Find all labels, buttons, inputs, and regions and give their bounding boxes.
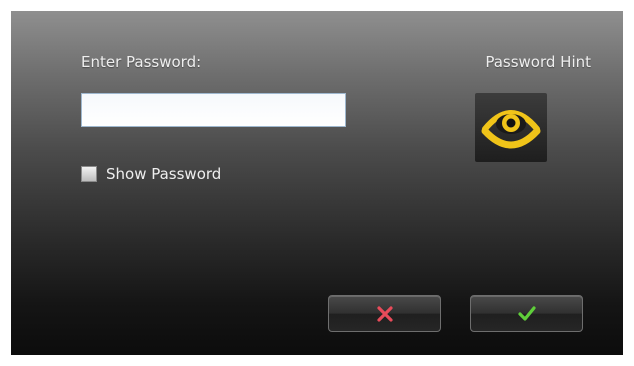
checkmark-icon <box>517 305 536 321</box>
ok-button[interactable] <box>470 295 583 332</box>
window-frame: Enter Password: Password Hint Show Passw… <box>0 0 634 366</box>
cancel-button[interactable] <box>328 295 441 332</box>
show-password-checkbox[interactable] <box>81 166 97 182</box>
password-dialog: Enter Password: Password Hint Show Passw… <box>11 11 623 355</box>
enter-password-label: Enter Password: <box>81 53 202 71</box>
show-password-label: Show Password <box>106 165 222 183</box>
show-password-toggle[interactable]: Show Password <box>81 163 221 185</box>
password-hint-button[interactable] <box>475 93 547 162</box>
x-icon <box>376 305 393 322</box>
eye-icon <box>481 110 541 149</box>
password-hint-label: Password Hint <box>485 53 591 71</box>
password-input[interactable] <box>81 93 346 127</box>
